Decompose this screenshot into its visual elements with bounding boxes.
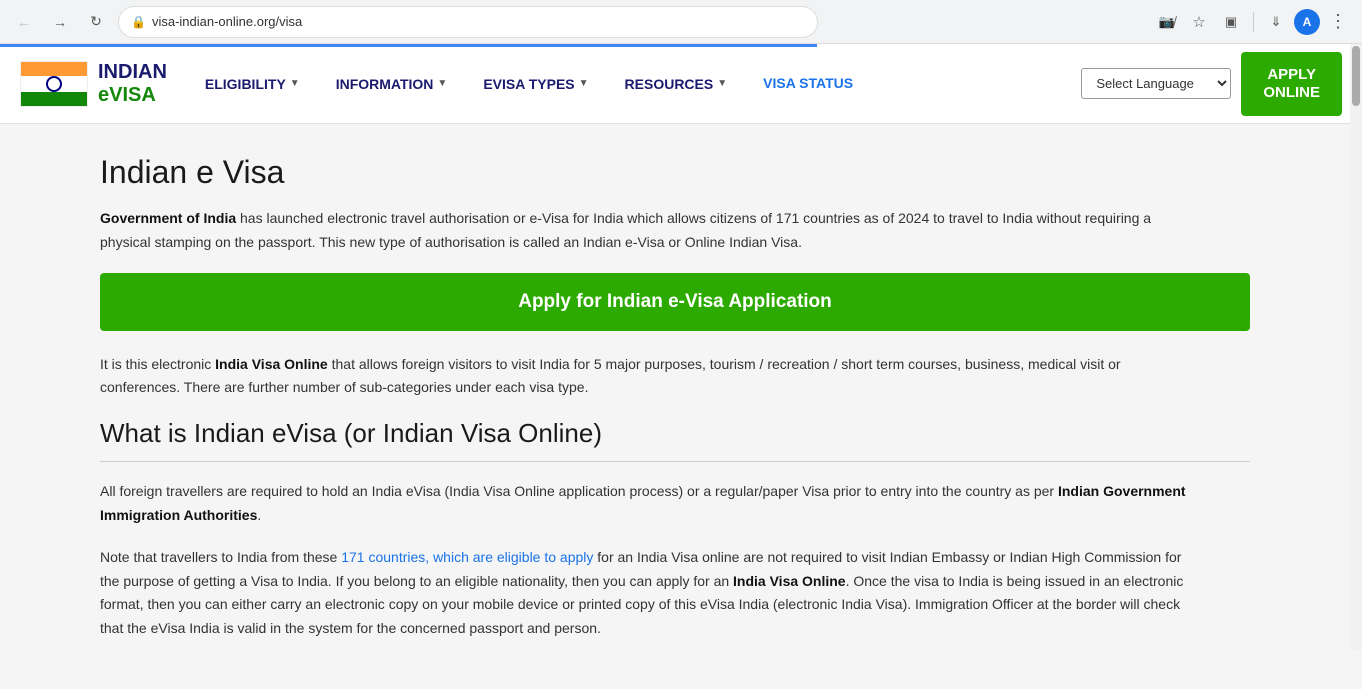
- divider: [1253, 12, 1254, 32]
- section-divider: [100, 461, 1250, 462]
- scrollbar[interactable]: [1350, 44, 1362, 650]
- scrollbar-thumb[interactable]: [1352, 46, 1360, 106]
- nav-right: Select Language APPLY ONLINE: [1081, 52, 1342, 116]
- information-arrow: ▼: [437, 78, 447, 89]
- nav-item-eligibility[interactable]: ELIGIBILITY ▼: [187, 44, 318, 124]
- extension-icon[interactable]: ▣: [1217, 8, 1245, 36]
- india-visa-online-bold-2: India Visa Online: [733, 573, 846, 589]
- eligible-countries-link[interactable]: 171 countries, which are eligible to app…: [341, 549, 593, 565]
- ashoka-chakra: [46, 76, 62, 92]
- no-camera-icon[interactable]: 📷̸: [1153, 8, 1181, 36]
- nav-item-information[interactable]: INFORMATION ▼: [318, 44, 466, 124]
- logo-evisa: eVISA: [98, 84, 167, 107]
- address-bar: 🔒: [118, 6, 818, 38]
- logo-indian: INDIAN: [98, 61, 167, 84]
- security-icon: 🔒: [131, 15, 146, 29]
- nav-item-evisa-types[interactable]: eVISA TYPES ▼: [465, 44, 606, 124]
- eligibility-arrow: ▼: [290, 78, 300, 89]
- browser-toolbar-right: 📷̸ ☆ ▣ ⇓ A ⋮: [1153, 8, 1352, 36]
- flag-saffron: [21, 62, 87, 76]
- resources-arrow: ▼: [717, 78, 727, 89]
- apply-banner[interactable]: Apply for Indian e-Visa Application: [100, 273, 1250, 331]
- purposes-paragraph: It is this electronic India Visa Online …: [100, 353, 1200, 401]
- page-title: Indian e Visa: [100, 154, 1302, 191]
- url-input[interactable]: [152, 14, 805, 29]
- flag-green: [21, 92, 87, 106]
- browser-chrome: ← → ↻ 🔒 📷̸ ☆ ▣ ⇓ A ⋮: [0, 0, 1362, 44]
- navbar: INDIAN eVISA ELIGIBILITY ▼ INFORMATION ▼…: [0, 44, 1362, 124]
- language-select[interactable]: Select Language: [1081, 68, 1231, 99]
- logo-text: INDIAN eVISA: [98, 61, 167, 107]
- page-wrapper: INDIAN eVISA ELIGIBILITY ▼ INFORMATION ▼…: [0, 44, 1362, 689]
- india-visa-online-bold: India Visa Online: [215, 356, 328, 372]
- profile-avatar[interactable]: A: [1294, 9, 1320, 35]
- download-icon[interactable]: ⇓: [1262, 8, 1290, 36]
- nav-item-visa-status[interactable]: VISA STATUS: [745, 44, 871, 124]
- apply-online-button[interactable]: APPLY ONLINE: [1241, 52, 1342, 116]
- back-button[interactable]: ←: [10, 8, 38, 36]
- section-title: What is Indian eVisa (or Indian Visa Onl…: [100, 418, 1302, 449]
- evisa-types-arrow: ▼: [579, 78, 589, 89]
- forward-button[interactable]: →: [46, 8, 74, 36]
- what-paragraph-2: Note that travellers to India from these…: [100, 546, 1200, 641]
- what-paragraph-1: All foreign travellers are required to h…: [100, 480, 1200, 528]
- menu-icon[interactable]: ⋮: [1324, 8, 1352, 36]
- content-area: Indian e Visa Government of India has la…: [0, 124, 1362, 689]
- nav-menu: ELIGIBILITY ▼ INFORMATION ▼ eVISA TYPES …: [187, 44, 1061, 124]
- logo[interactable]: INDIAN eVISA: [20, 61, 167, 107]
- intro-paragraph: Government of India has launched electro…: [100, 207, 1200, 255]
- bookmark-icon[interactable]: ☆: [1185, 8, 1213, 36]
- intro-text: has launched electronic travel authorisa…: [100, 210, 1151, 250]
- reload-button[interactable]: ↻: [82, 8, 110, 36]
- progress-bar: [0, 44, 817, 47]
- flag-white: [21, 76, 87, 92]
- gov-india-bold: Government of India: [100, 210, 236, 226]
- india-flag: [20, 61, 88, 107]
- nav-item-resources[interactable]: RESOURCES ▼: [607, 44, 746, 124]
